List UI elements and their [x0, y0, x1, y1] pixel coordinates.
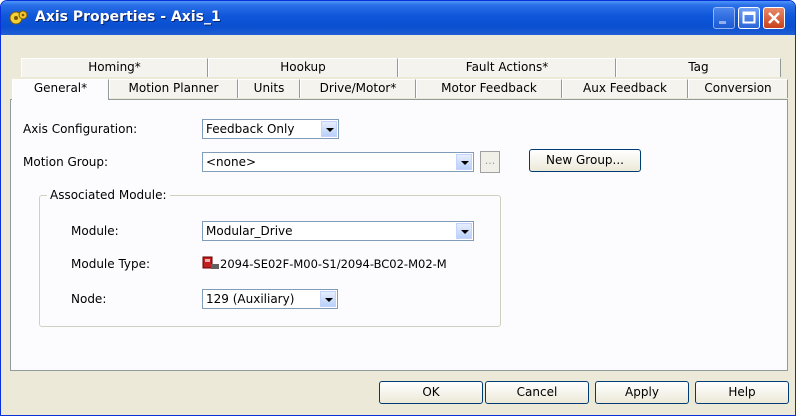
help-button[interactable]: Help — [695, 381, 789, 404]
tab-label: Homing* — [88, 60, 141, 74]
minimize-icon — [719, 21, 726, 24]
tab-label: Aux Feedback — [583, 81, 667, 95]
node-label: Node: — [71, 292, 107, 306]
axis-properties-icon — [9, 10, 28, 25]
ok-button[interactable]: OK — [379, 381, 483, 404]
module-type-label: Module Type: — [71, 257, 151, 271]
tab-label: Motor Feedback — [441, 81, 537, 95]
close-icon — [768, 12, 780, 24]
tab-general[interactable]: General* — [12, 79, 109, 100]
tab-motion-planner[interactable]: Motion Planner — [109, 79, 238, 98]
tab-hookup[interactable]: Hookup — [208, 58, 398, 77]
maximize-button[interactable] — [738, 7, 760, 29]
module-type-value: 2094-SE02F-M00-S1/2094-BC02-M02-M — [220, 257, 447, 271]
cancel-button[interactable]: Cancel — [485, 381, 589, 404]
chevron-down-icon[interactable] — [321, 121, 337, 137]
tab-label: Fault Actions* — [465, 60, 549, 74]
maximize-icon — [742, 11, 756, 24]
tab-label: General* — [33, 81, 88, 95]
tab-label: Hookup — [280, 60, 326, 74]
tab-aux-feedback[interactable]: Aux Feedback — [562, 79, 688, 98]
tab-conversion[interactable]: Conversion — [688, 79, 788, 98]
axis-properties-dialog: Axis Properties - Axis_1 Homing* Hookup … — [0, 0, 796, 416]
module-value: Modular_Drive — [206, 224, 293, 238]
associated-module-legend: Associated Module: — [47, 188, 170, 202]
title-bar[interactable]: Axis Properties - Axis_1 — [1, 1, 795, 35]
tab-fault-actions[interactable]: Fault Actions* — [398, 58, 616, 77]
motion-group-select[interactable]: <none> — [202, 152, 474, 172]
window-title: Axis Properties - Axis_1 — [35, 9, 221, 25]
axis-configuration-select[interactable]: Feedback Only — [202, 119, 339, 139]
motion-group-label: Motion Group: — [23, 155, 109, 169]
node-select[interactable]: 129 (Auxiliary) — [202, 289, 338, 309]
tab-tag[interactable]: Tag — [616, 58, 781, 77]
close-button[interactable] — [763, 7, 785, 29]
module-label: Module: — [71, 224, 119, 238]
drive-module-icon — [202, 256, 219, 269]
apply-button[interactable]: Apply — [595, 381, 689, 404]
tab-label: Tag — [688, 60, 709, 74]
tab-label: Drive/Motor* — [319, 81, 397, 95]
chevron-down-icon[interactable] — [456, 154, 472, 170]
tab-drive-motor[interactable]: Drive/Motor* — [300, 79, 416, 98]
axis-configuration-value: Feedback Only — [206, 122, 295, 136]
chevron-down-icon[interactable] — [320, 291, 336, 307]
motion-group-value: <none> — [206, 155, 257, 169]
tab-label: Conversion — [704, 81, 772, 95]
motion-group-browse-button[interactable]: ... — [480, 151, 500, 173]
tab-label: Units — [253, 81, 285, 95]
chevron-down-icon[interactable] — [456, 223, 472, 239]
module-select[interactable]: Modular_Drive — [202, 221, 474, 241]
tab-homing[interactable]: Homing* — [21, 58, 208, 77]
node-value: 129 (Auxiliary) — [206, 292, 295, 306]
tab-units[interactable]: Units — [238, 79, 300, 98]
minimize-button[interactable] — [713, 7, 735, 29]
new-group-button[interactable]: New Group... — [529, 149, 641, 172]
tab-label: Motion Planner — [128, 81, 219, 95]
tab-motor-feedback[interactable]: Motor Feedback — [416, 79, 562, 98]
axis-configuration-label: Axis Configuration: — [23, 122, 138, 136]
